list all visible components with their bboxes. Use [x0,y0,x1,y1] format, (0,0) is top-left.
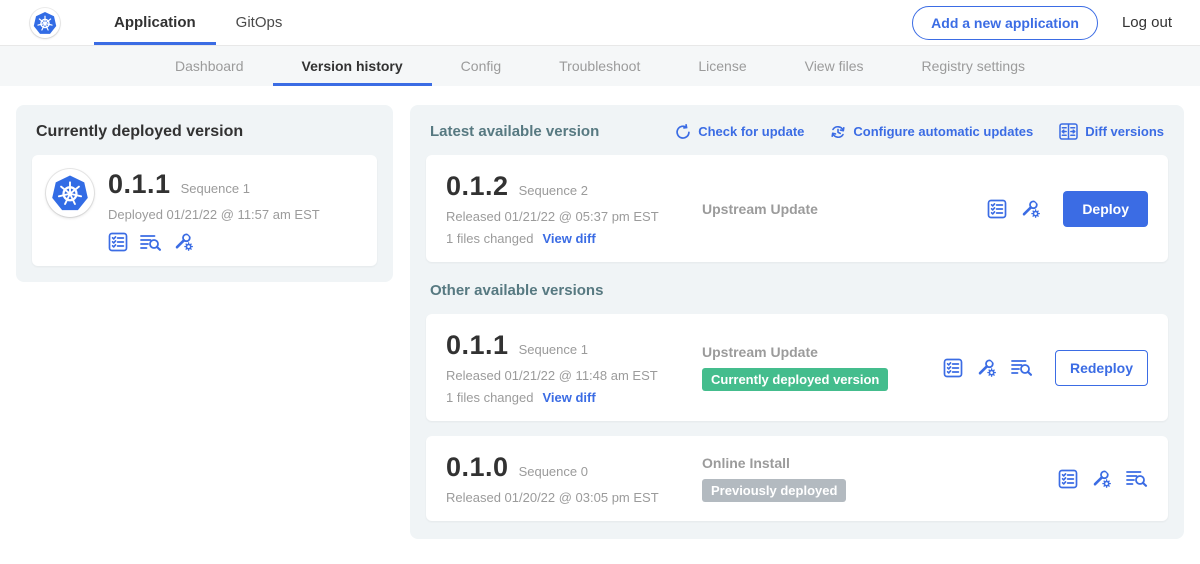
diff-versions-label: Diff versions [1085,124,1164,139]
deployed-version-details: 0.1.1 Sequence 1 Deployed 01/21/22 @ 11:… [108,169,320,252]
diff-versions-link[interactable]: Diff versions [1059,123,1164,140]
version-info: 0.1.0 Sequence 0 Released 01/20/22 @ 03:… [446,452,702,505]
preflight-checklist-icon[interactable] [1058,469,1078,489]
logs-icon[interactable] [1126,469,1148,488]
currently-deployed-badge: Currently deployed version [702,368,888,391]
version-actions [1058,469,1148,489]
preflight-checklist-icon[interactable] [987,199,1007,219]
version-card-0-1-0: 0.1.0 Sequence 0 Released 01/20/22 @ 03:… [426,436,1168,521]
view-diff-link[interactable]: View diff [542,390,595,405]
currently-deployed-panel: Currently deployed version 0.1 [16,105,393,282]
preflight-checklist-icon[interactable] [108,232,128,252]
version-info: 0.1.2 Sequence 2 Released 01/21/22 @ 05:… [446,171,702,246]
preflight-checklist-icon[interactable] [943,358,963,378]
subnav-config[interactable]: Config [432,46,530,86]
version-card-0-1-2: 0.1.2 Sequence 2 Released 01/21/22 @ 05:… [426,155,1168,262]
diff-icon [1059,123,1078,140]
subnav-troubleshoot[interactable]: Troubleshoot [530,46,669,86]
version-number: 0.1.1 [446,330,509,361]
subnav-view-files[interactable]: View files [776,46,893,86]
wrench-gear-icon[interactable] [1092,469,1112,489]
wrench-gear-icon[interactable] [977,358,997,378]
released-timestamp: Released 01/21/22 @ 11:48 am EST [446,368,702,383]
deploy-button[interactable]: Deploy [1063,191,1148,227]
version-number: 0.1.2 [446,171,509,202]
logs-icon[interactable] [1011,358,1033,377]
kubernetes-logo [30,8,60,38]
deployed-version-number: 0.1.1 [108,169,171,200]
check-for-update-label: Check for update [698,124,804,139]
deployed-timestamp: Deployed 01/21/22 @ 11:57 am EST [108,207,320,222]
logout-link[interactable]: Log out [1122,14,1172,31]
refresh-icon [675,124,691,140]
other-versions-title: Other available versions [430,282,1164,299]
view-diff-link[interactable]: View diff [542,231,595,246]
kubernetes-logo-icon [33,11,57,35]
version-source: Upstream Update Currently deployed versi… [702,344,943,391]
files-changed: 1 files changed [446,390,533,405]
version-sequence: Sequence 2 [519,183,588,198]
subnav-version-history[interactable]: Version history [273,46,432,86]
app-logo [46,169,94,217]
top-bar-right: Add a new application Log out [912,0,1172,45]
subnav-license[interactable]: License [669,46,775,86]
version-actions: Redeploy [943,350,1148,386]
version-source: Upstream Update [702,201,987,217]
version-actions: Deploy [987,191,1148,227]
version-sequence: Sequence 0 [519,464,588,479]
available-versions-panel: Latest available version Check for updat… [410,105,1184,539]
app-subnav: Dashboard Version history Config Trouble… [0,46,1200,86]
released-timestamp: Released 01/20/22 @ 03:05 pm EST [446,490,702,505]
check-for-update-link[interactable]: Check for update [675,124,804,140]
auto-update-icon [830,124,846,140]
kubernetes-logo-icon [51,174,89,212]
top-bar: Application GitOps Add a new application… [0,0,1200,46]
version-source: Online Install Previously deployed [702,455,1058,502]
update-actions: Check for update Configure automatic upd… [675,123,1164,140]
logs-icon[interactable] [140,233,162,252]
tab-application-label: Application [114,14,196,31]
previously-deployed-badge: Previously deployed [702,479,846,502]
deployed-panel-title: Currently deployed version [36,123,377,141]
add-application-button[interactable]: Add a new application [912,6,1098,40]
subnav-dashboard[interactable]: Dashboard [146,46,273,86]
tab-application[interactable]: Application [94,0,216,45]
latest-available-title: Latest available version [430,123,599,140]
version-info: 0.1.1 Sequence 1 Released 01/21/22 @ 11:… [446,330,702,405]
deployed-version-card: 0.1.1 Sequence 1 Deployed 01/21/22 @ 11:… [32,155,377,266]
released-timestamp: Released 01/21/22 @ 05:37 pm EST [446,209,702,224]
subnav-registry-settings[interactable]: Registry settings [893,46,1054,86]
version-number: 0.1.0 [446,452,509,483]
configure-automatic-updates-label: Configure automatic updates [853,124,1033,139]
source-label: Upstream Update [702,344,943,360]
app-tabs: Application GitOps [94,0,302,45]
wrench-gear-icon[interactable] [1021,199,1041,219]
deployed-sequence: Sequence 1 [181,181,250,196]
tab-gitops-label: GitOps [236,14,283,31]
redeploy-button[interactable]: Redeploy [1055,350,1148,386]
tab-gitops[interactable]: GitOps [216,0,303,45]
version-sequence: Sequence 1 [519,342,588,357]
source-label: Upstream Update [702,201,987,217]
configure-automatic-updates-link[interactable]: Configure automatic updates [830,124,1033,140]
wrench-gear-icon[interactable] [174,232,194,252]
version-card-0-1-1: 0.1.1 Sequence 1 Released 01/21/22 @ 11:… [426,314,1168,421]
files-changed: 1 files changed [446,231,533,246]
source-label: Online Install [702,455,1058,471]
main-content: Currently deployed version 0.1 [0,86,1200,539]
